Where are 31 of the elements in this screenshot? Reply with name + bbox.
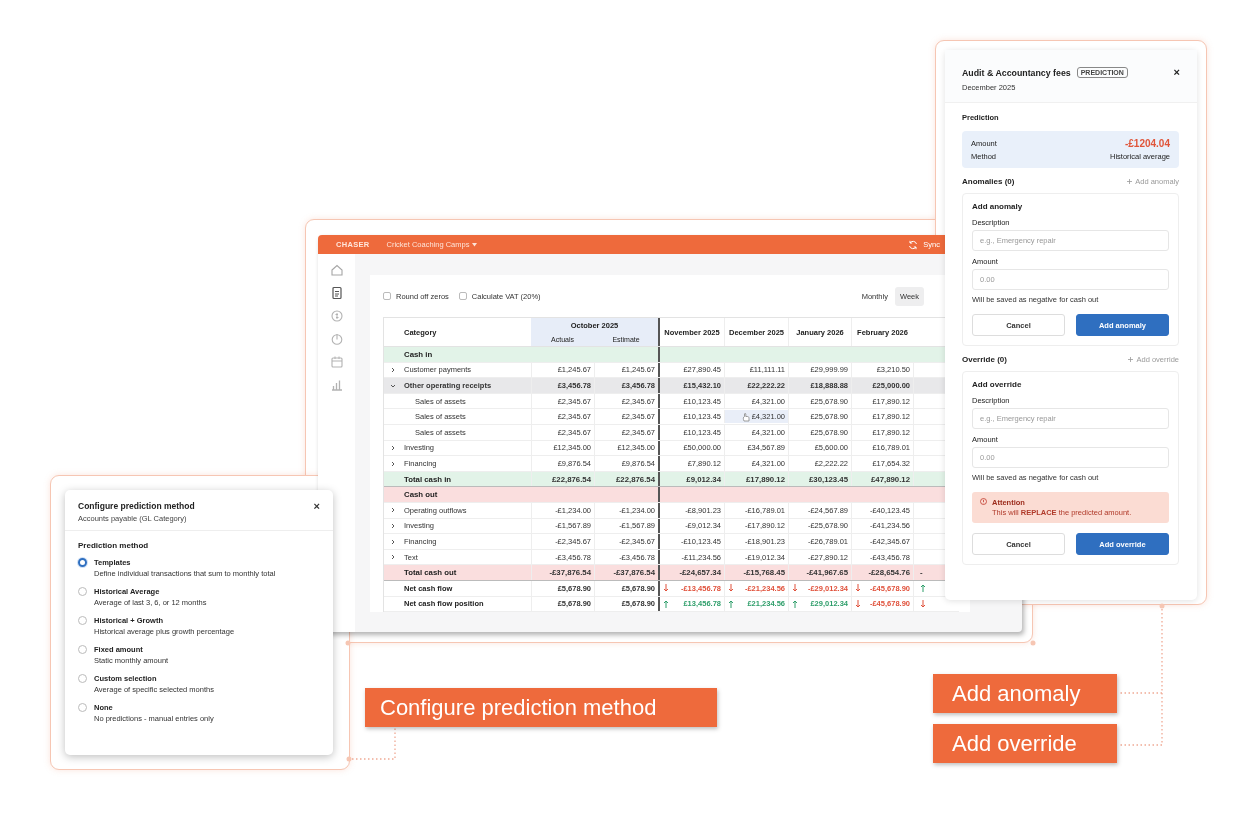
section-heading: Override (0): [962, 355, 1007, 364]
chevron-right-icon[interactable]: [390, 507, 396, 514]
section-heading: Anomalies (0): [962, 177, 1015, 186]
section-heading: Prediction method: [77, 540, 150, 552]
connector-dot: [1030, 640, 1036, 646]
chevron-right-icon[interactable]: [390, 538, 396, 545]
chevron-right-icon[interactable]: [390, 523, 396, 530]
connector-line: [351, 727, 396, 760]
document-icon[interactable]: [329, 286, 344, 300]
panel-title: Audit & Accountancy fees: [962, 67, 1071, 78]
close-button[interactable]: ×: [313, 501, 320, 511]
warning-icon: [980, 498, 987, 505]
chevron-right-icon[interactable]: [390, 367, 396, 374]
chevron-right-icon[interactable]: [390, 445, 396, 452]
dialog-title: Configure prediction method: [78, 501, 195, 511]
form-title: Add override: [972, 380, 1023, 389]
chevron-right-icon[interactable]: [390, 554, 396, 561]
callout-label: Add override: [933, 724, 1117, 763]
close-button[interactable]: ×: [1173, 67, 1180, 77]
sync-icon: [908, 239, 919, 250]
chevron-right-icon[interactable]: [390, 460, 396, 467]
form-title: Add anomaly: [972, 202, 1024, 211]
radio-button[interactable]: [78, 558, 87, 567]
callout-label: Add anomaly: [933, 674, 1117, 713]
summary-value: -£1204.04: [1124, 138, 1170, 149]
cursor-icon: [742, 413, 750, 423]
plus-icon: [1128, 357, 1134, 362]
plus-icon: [1127, 179, 1133, 184]
callout-label: Configure prediction method: [365, 688, 717, 727]
caret-icon: [472, 242, 478, 247]
chevron-down-icon[interactable]: [390, 382, 396, 389]
